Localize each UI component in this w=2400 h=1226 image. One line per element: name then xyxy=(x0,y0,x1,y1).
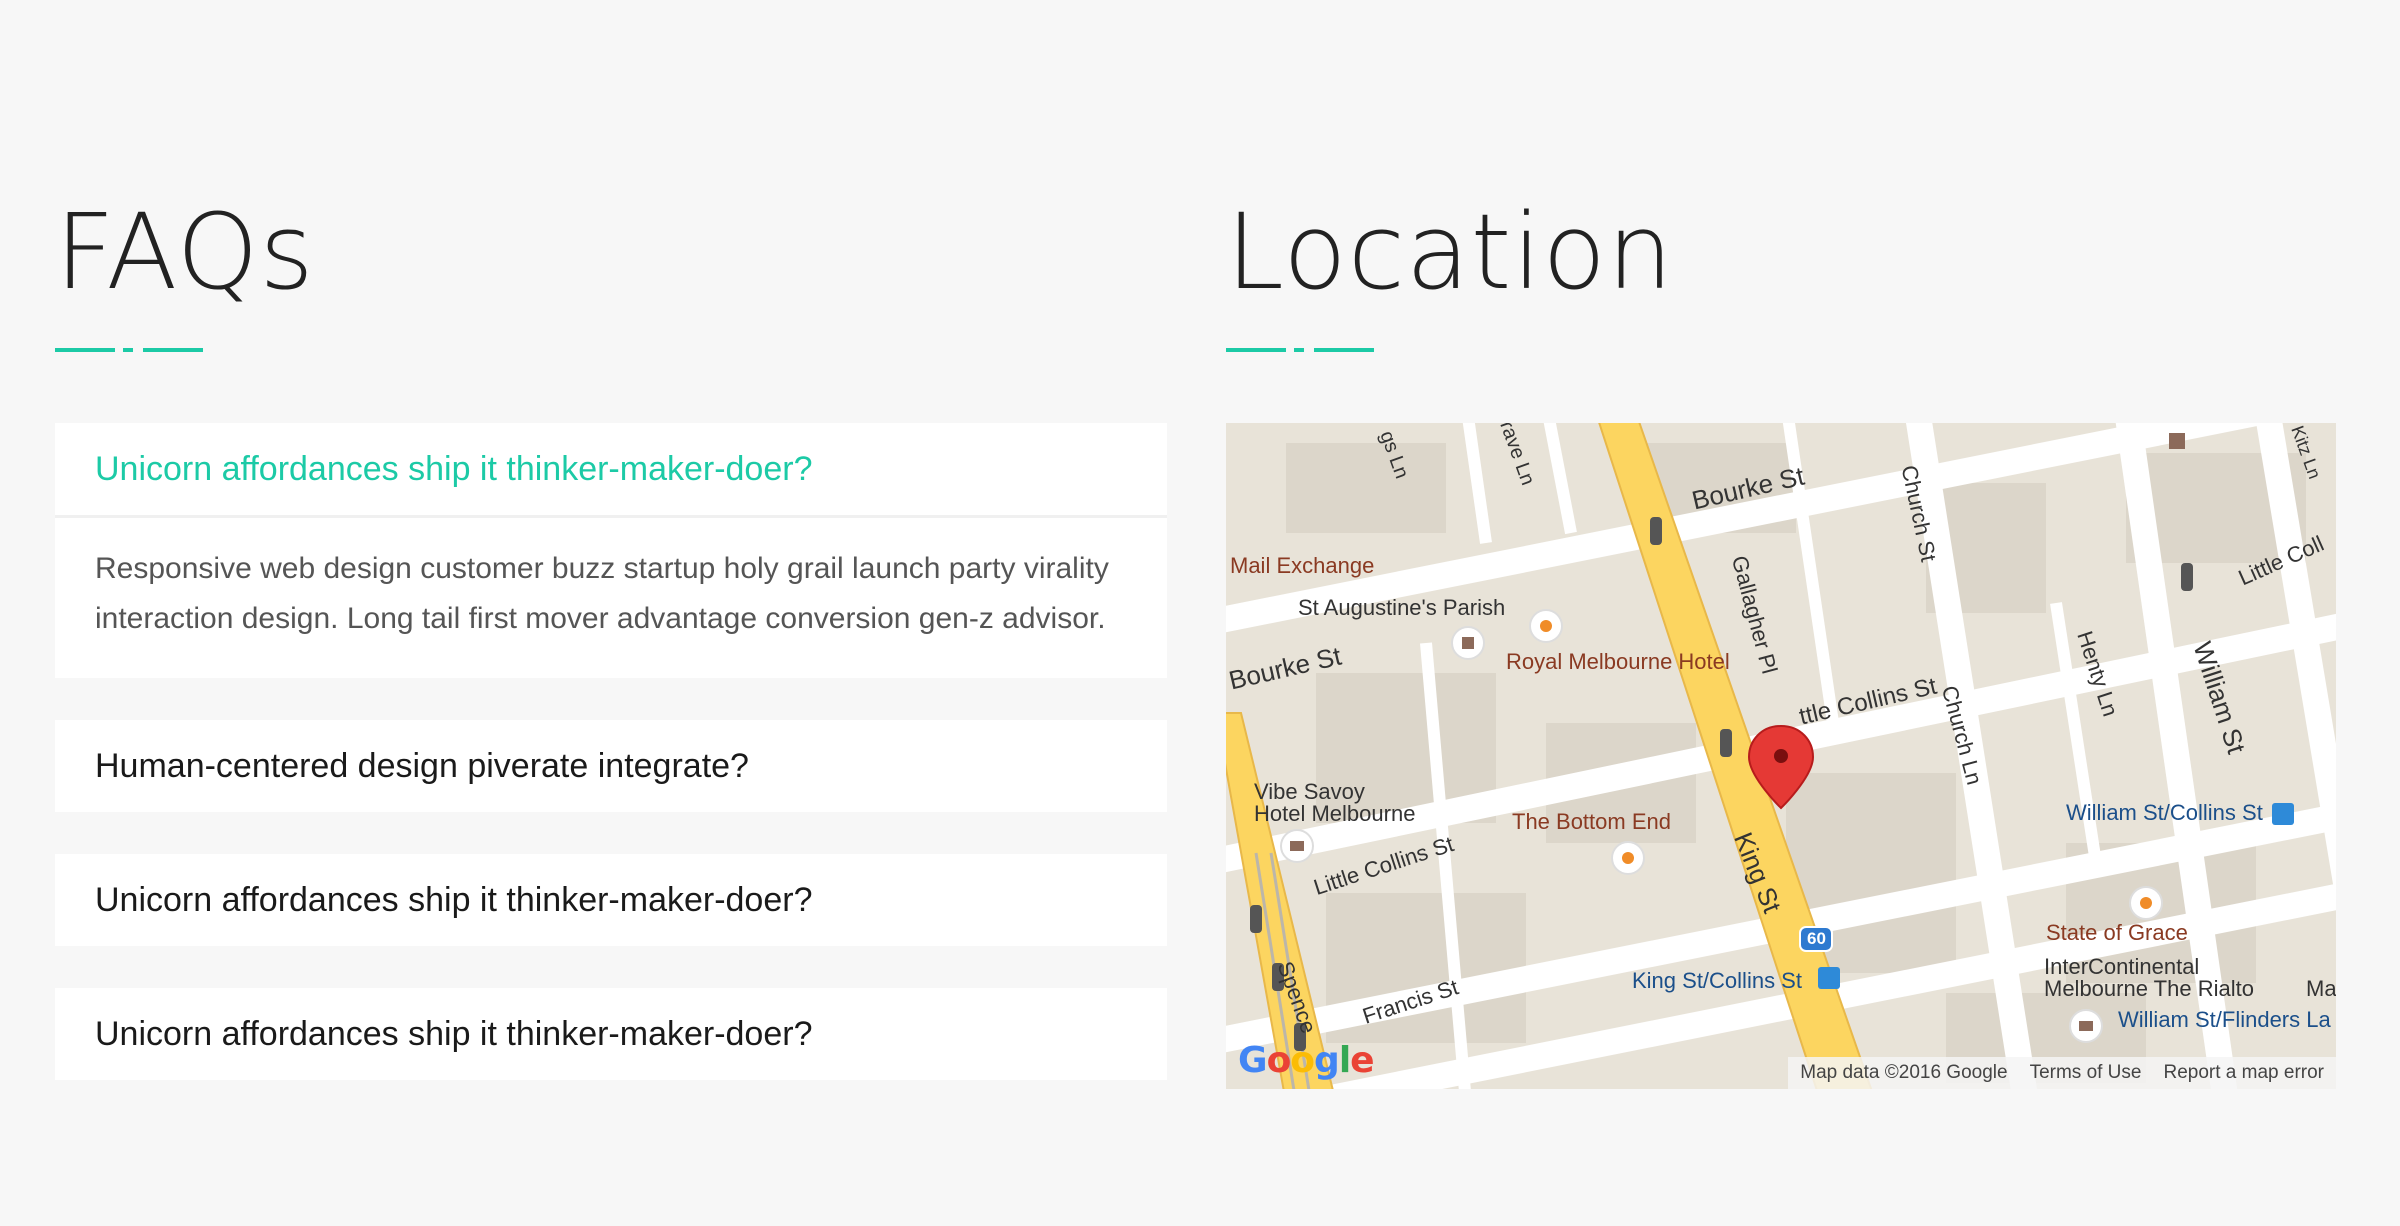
map-label-poi[interactable]: The Bottom End xyxy=(1512,809,1671,835)
faq-question[interactable]: Human-centered design piverate integrate… xyxy=(55,720,1167,812)
location-title: Location xyxy=(1226,191,1674,313)
faq-item: Unicorn affordances ship it thinker-make… xyxy=(55,423,1167,678)
faq-question[interactable]: Unicorn affordances ship it thinker-make… xyxy=(55,854,1167,946)
faq-question[interactable]: Unicorn affordances ship it thinker-make… xyxy=(55,988,1167,1080)
map-label-poi: Ma xyxy=(2306,976,2336,1001)
location-divider xyxy=(1226,348,1376,352)
map-label-poi[interactable]: Mail Exchange xyxy=(1230,553,1374,579)
report-map-error-link[interactable]: Report a map error xyxy=(2163,1062,2324,1084)
map-label-poi[interactable]: Royal Melbourne Hotel xyxy=(1506,649,1730,675)
map-label-transit[interactable]: William St/Collins St xyxy=(2066,800,2263,826)
map-label-transit[interactable]: King St/Collins St xyxy=(1632,968,1802,994)
map-label-poi[interactable]: State of Grace xyxy=(2046,920,2188,946)
faq-item: Human-centered design piverate integrate… xyxy=(55,720,1167,812)
faq-question[interactable]: Unicorn affordances ship it thinker-make… xyxy=(55,423,1167,518)
faqs-title: FAQs xyxy=(55,191,315,313)
faq-answer: Responsive web design customer buzz star… xyxy=(95,552,1109,635)
faq-item: Unicorn affordances ship it thinker-make… xyxy=(55,988,1167,1080)
map-label-poi[interactable]: Hotel Melbourne xyxy=(1254,801,1415,827)
map-label-poi[interactable]: St Augustine's Parish xyxy=(1298,595,1505,621)
faq-item: Unicorn affordances ship it thinker-make… xyxy=(55,854,1167,946)
map-label-poi[interactable]: Melbourne The Rialto xyxy=(2044,976,2254,1002)
map-label-transit[interactable]: William St/Flinders La xyxy=(2118,1007,2331,1033)
faq-list: Unicorn affordances ship it thinker-make… xyxy=(55,423,1167,1122)
map-data-attribution: Map data ©2016 Google xyxy=(1800,1062,2008,1083)
google-logo[interactable]: Google xyxy=(1238,1040,1375,1081)
faqs-divider xyxy=(55,348,205,352)
map-embed[interactable]: Bourke St Bourke St Gallagher Pl Church … xyxy=(1226,423,2336,1089)
terms-of-use-link[interactable]: Terms of Use xyxy=(2030,1062,2142,1084)
map-route-label: 60 xyxy=(1807,929,1826,948)
map-footer: Map data ©2016 Google Terms of Use Repor… xyxy=(1788,1057,2336,1089)
